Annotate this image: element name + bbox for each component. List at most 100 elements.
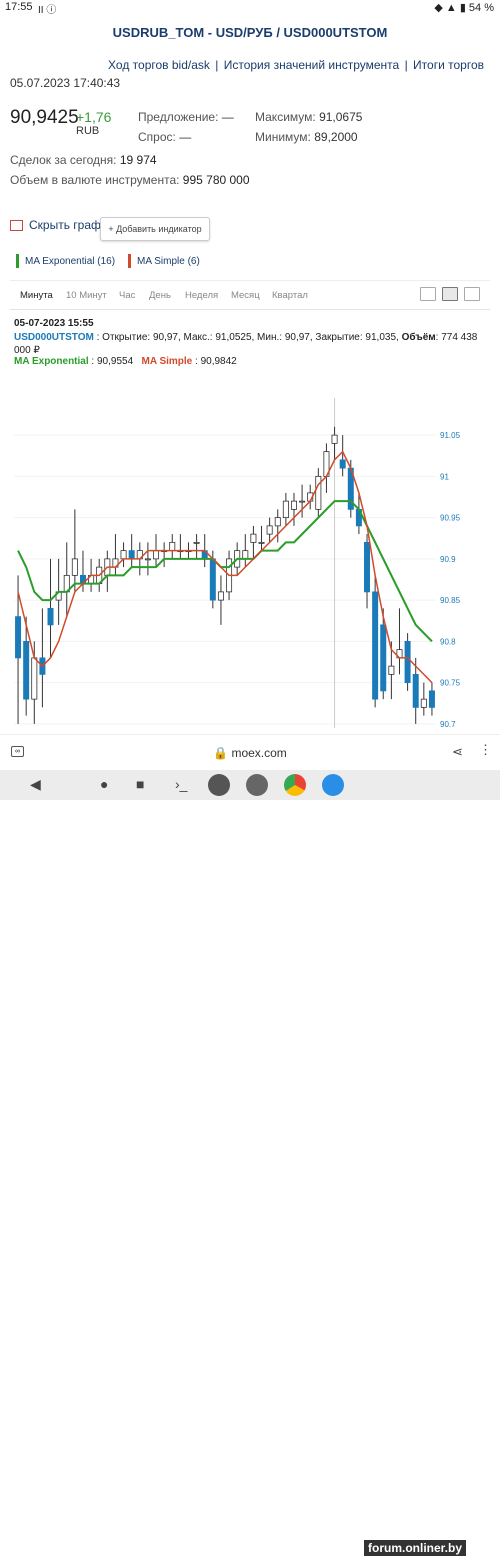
apps-grid-icon[interactable]: [246, 774, 268, 796]
more-icon[interactable]: ⋮: [479, 742, 492, 758]
last-price: 90,9425: [10, 107, 79, 128]
system-nav-bar: ◀ ● ■ ›_ forum.onliner.by: [0, 770, 500, 1556]
y-tick-label: 91: [440, 472, 449, 481]
status-time: 17:55: [5, 1, 33, 13]
candle-body: [23, 640, 30, 700]
sma-value: : 90,9842: [195, 356, 237, 367]
back-icon[interactable]: ◀: [30, 776, 41, 793]
interval-tabs: Минута 10 Минут Час День Неделя Месяц Кв…: [10, 280, 490, 310]
candle-body: [209, 558, 216, 601]
chrome-icon[interactable]: [284, 774, 306, 796]
tab-week[interactable]: Неделя: [185, 290, 218, 301]
hide-chart-link[interactable]: Скрыть график: [10, 218, 113, 232]
candle-body: [217, 591, 224, 601]
candle-body: [299, 500, 306, 503]
candle-datetime: 05-07-2023 15:55: [14, 318, 94, 329]
legend-sma[interactable]: MA Simple (6): [128, 254, 200, 268]
status-bar: 17:55 II ⓘ ◆ ▲ ▮ 54 %: [0, 0, 500, 16]
yandex-icon[interactable]: [322, 774, 344, 796]
link-history[interactable]: История значений инструмента: [224, 58, 400, 72]
candle-body: [404, 640, 411, 684]
y-tick-label: 90.95: [440, 514, 461, 523]
link-bid-ask[interactable]: Ход торгов bid/ask: [108, 58, 210, 72]
page-title: USDRUB_TOM - USD/РУБ / USD000UTSTOM: [112, 25, 388, 40]
demand-value: —: [179, 130, 192, 144]
legend-ema[interactable]: MA Exponential (16): [16, 254, 115, 268]
y-tick-label: 90.85: [440, 596, 461, 605]
candle-body: [153, 550, 160, 560]
candle-body: [339, 459, 346, 469]
candle-body: [274, 517, 281, 527]
url-bar[interactable]: 🔒 moex.com: [0, 746, 500, 760]
share-icon[interactable]: ⋖: [452, 744, 463, 760]
candle-body: [372, 591, 379, 700]
tab-10-minutes[interactable]: 10 Минут: [66, 290, 107, 301]
candle-body: [120, 550, 127, 560]
watermark: forum.onliner.by: [364, 1540, 467, 1556]
bars-chart-icon[interactable]: [464, 287, 480, 301]
max-label: Максимум:: [255, 110, 316, 124]
nav-separator: |: [215, 58, 219, 72]
demand-label: Спрос:: [138, 130, 176, 144]
min-value: 89,2000: [314, 130, 358, 144]
candlestick-chart[interactable]: 91.05 91 90.95 90.9 90.85 90.8 90.75 90.7: [0, 398, 500, 730]
candle-ohlc: : Открытие: 90,97, Макс.: 91,0525, Мин.:…: [96, 332, 399, 343]
link-results[interactable]: Итоги торгов: [413, 58, 484, 72]
candle-body: [47, 607, 54, 626]
candle-body: [71, 558, 78, 576]
url-text: moex.com: [231, 746, 287, 760]
demand-row: Спрос: —: [138, 130, 191, 144]
offer-label: Предложение:: [138, 110, 219, 124]
y-tick-label: 90.75: [440, 679, 461, 688]
candle-body: [15, 616, 22, 659]
line-chart-icon[interactable]: [420, 287, 436, 301]
candle-body: [290, 500, 297, 510]
volume-row: Объем в валюте инструмента: 995 780 000: [10, 173, 250, 187]
candle-body: [144, 558, 151, 561]
terminal-icon[interactable]: ›_: [175, 776, 187, 792]
browser-bar: ∞ 🔒 moex.com ⋖ ⋮: [0, 734, 500, 771]
candle-body: [242, 550, 249, 560]
legend-ema-swatch: [16, 254, 19, 268]
max-row: Максимум: 91,0675: [255, 110, 362, 124]
candle-body: [31, 657, 38, 700]
candle-details: USD000UTSTOM : Открытие: 90,97, Макс.: 9…: [14, 331, 484, 357]
price-currency: RUB: [76, 125, 100, 137]
y-tick-label: 90.7: [440, 720, 456, 729]
add-indicator-button[interactable]: + Добавить индикатор: [100, 217, 210, 241]
min-row: Минимум: 89,2000: [255, 130, 358, 144]
tab-quarter[interactable]: Квартал: [272, 290, 308, 301]
legend-sma-label: MA Simple (6): [137, 255, 200, 267]
recents-icon[interactable]: ■: [136, 776, 144, 792]
price-change: +1,76: [76, 109, 112, 125]
candle-body: [388, 665, 395, 675]
candles-chart-icon[interactable]: [442, 287, 458, 301]
candle-body: [315, 475, 322, 510]
ema-label: MA Exponential: [14, 356, 89, 367]
candle-body: [282, 500, 289, 519]
camera-app-icon[interactable]: [208, 774, 230, 796]
chart-icon: [10, 219, 23, 231]
candle-symbol: USD000UTSTOM: [14, 332, 94, 343]
quote-datetime: 05.07.2023 17:40:43: [10, 76, 121, 90]
y-tick-label: 91.05: [440, 431, 461, 440]
candle-body: [193, 541, 200, 544]
legend-ema-label: MA Exponential (16): [25, 255, 116, 267]
tab-month[interactable]: Месяц: [231, 290, 260, 301]
candle-body: [420, 698, 427, 708]
tab-minute[interactable]: Минута: [20, 290, 53, 301]
battery-indicator: ◆ ▲ ▮ 54 %: [434, 2, 494, 14]
deals-value: 19 974: [119, 153, 157, 167]
candle-volume-label: Объём: [401, 332, 436, 343]
candle-body: [128, 550, 135, 560]
candle-body: [258, 541, 265, 544]
tab-hour[interactable]: Час: [119, 290, 135, 301]
candle-body: [250, 533, 257, 543]
tab-day[interactable]: День: [149, 290, 171, 301]
candle-body: [266, 525, 273, 535]
deals-label: Сделок за сегодня:: [10, 153, 117, 167]
candle-body: [169, 541, 176, 552]
candle-body: [331, 434, 338, 444]
candle-body: [364, 541, 371, 593]
home-icon[interactable]: ●: [100, 776, 108, 792]
